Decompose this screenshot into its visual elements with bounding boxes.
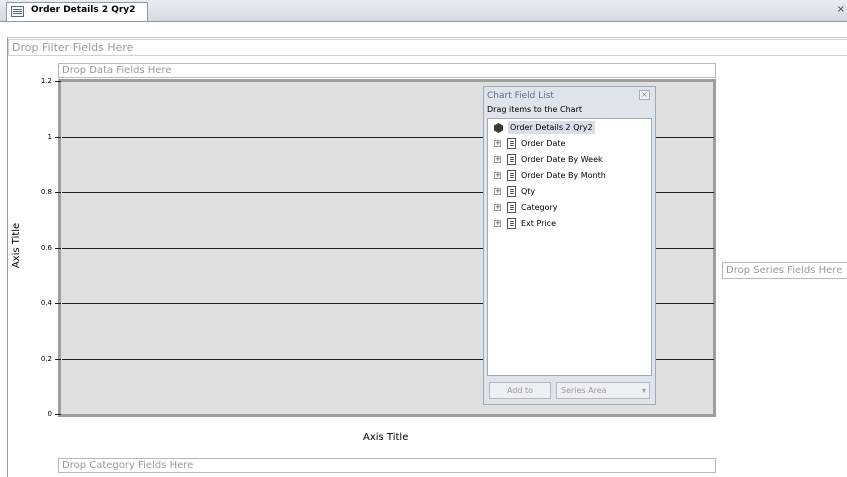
y-tick-label: 0.4 [40,299,52,307]
y-tick-label: 1 [47,133,52,141]
expand-icon[interactable]: + [494,204,501,211]
y-tick [55,137,61,138]
close-icon[interactable]: × [639,90,650,100]
field-icon [507,154,516,165]
drop-filter-zone[interactable]: Drop Filter Fields Here [8,39,847,56]
drop-category-zone[interactable]: Drop Category Fields Here [58,458,716,473]
y-tick-label: 0.8 [40,188,52,196]
add-to-button[interactable]: Add to [489,382,551,399]
document-tab-label: Order Details 2 Qry2 [31,5,136,15]
expand-icon[interactable]: + [494,220,501,227]
close-document-icon[interactable]: × [837,4,845,15]
y-tick-label: 0.6 [40,244,52,252]
field-item[interactable]: + Ext Price [488,217,648,230]
document-tab-bar: Order Details 2 Qry2 × [0,0,847,22]
expand-icon[interactable]: + [494,188,501,195]
field-item-label: Order Date By Month [521,171,606,180]
y-tick-label: 1.2 [40,77,52,85]
y-tick [55,81,61,82]
y-axis-title[interactable]: Axis Title [11,223,22,268]
y-tick [55,359,61,360]
field-icon [507,138,516,149]
expand-icon[interactable]: + [494,140,501,147]
field-item[interactable]: + Category [488,201,648,214]
area-select[interactable]: Series Area ▾ [556,382,650,399]
field-item[interactable]: + Order Date By Month [488,169,648,182]
area-select-value: Series Area [561,386,607,395]
y-tick [55,192,61,193]
expand-icon[interactable]: + [494,156,501,163]
y-tick [55,414,61,415]
drop-series-zone[interactable]: Drop Series Fields Here [722,262,847,279]
field-tree[interactable]: Order Details 2 Qry2 + Order Date + Order D… [487,118,652,376]
field-icon [507,170,516,181]
y-tick [55,303,61,304]
tree-root-label: Order Details 2 Qry2 [508,121,595,134]
field-list-subtitle: Drag items to the Chart [487,105,582,114]
y-tick-label: 0.2 [40,355,52,363]
cube-icon [494,123,503,133]
chart-field-list-panel[interactable]: Chart Field List × Drag items to the Cha… [483,86,656,405]
field-item[interactable]: + Qty [488,185,648,198]
field-icon [507,186,516,197]
field-item[interactable]: + Order Date [488,137,648,150]
field-item[interactable]: + Order Date By Week [488,153,648,166]
expand-icon[interactable]: + [494,172,501,179]
chevron-down-icon[interactable]: ▾ [642,383,646,398]
field-list-title: Chart Field List [487,91,554,101]
y-tick [55,248,61,249]
field-item-label: Ext Price [521,219,556,228]
query-icon [11,6,24,17]
field-icon [507,218,516,229]
x-axis-title[interactable]: Axis Title [363,432,408,443]
field-item-label: Order Date By Week [521,155,603,164]
drop-data-zone[interactable]: Drop Data Fields Here [58,63,716,78]
field-icon [507,202,516,213]
field-item-label: Category [521,203,558,212]
field-item-label: Qty [521,187,536,196]
document-tab[interactable]: Order Details 2 Qry2 [6,2,148,21]
y-tick-label: 0 [47,410,52,418]
field-item-label: Order Date [521,139,566,148]
